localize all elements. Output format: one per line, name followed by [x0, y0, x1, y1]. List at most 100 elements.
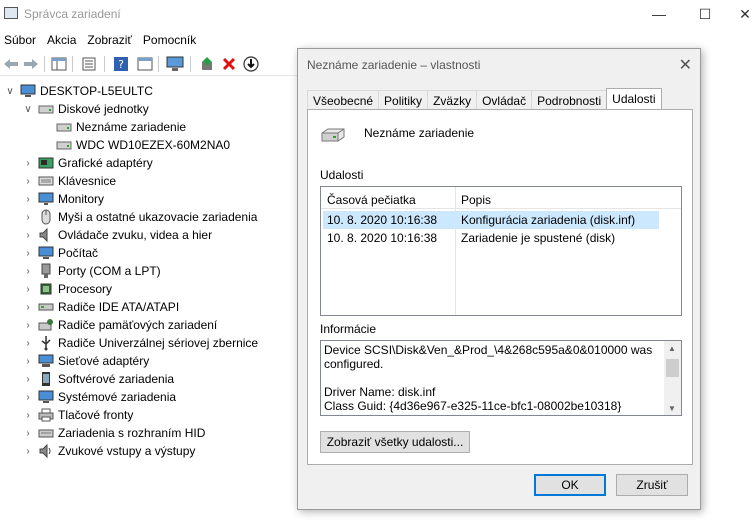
- expand-chevron-icon[interactable]: ›: [22, 230, 34, 241]
- close-button[interactable]: ✕: [722, 0, 756, 28]
- tree-item[interactable]: › Klávesnice: [22, 172, 116, 190]
- tree-item-label: Neznáme zariadenie: [76, 120, 187, 134]
- device-name: Neznáme zariadenie: [364, 126, 475, 140]
- scan-hardware-button[interactable]: [166, 56, 184, 72]
- tree-item-label: Radiče pamäťových zariadení: [58, 318, 218, 332]
- show-hide-console-tree-button[interactable]: [50, 56, 68, 72]
- disk-icon: [56, 138, 72, 152]
- update-driver-icon: [202, 57, 212, 70]
- tree-item[interactable]: Neznáme zariadenie: [40, 118, 186, 136]
- tree-item-label: Procesory: [58, 282, 113, 296]
- uninstall-device-button[interactable]: [220, 56, 238, 72]
- forward-button[interactable]: [22, 56, 40, 72]
- help-button[interactable]: ?: [112, 56, 130, 72]
- events-label: Udalosti: [320, 168, 364, 182]
- tree-item[interactable]: › Ovládače zvuku, videa a hier: [22, 226, 212, 244]
- tree-item[interactable]: › Zvukové vstupy a výstupy: [22, 442, 195, 460]
- monitor-scan-icon: [166, 56, 184, 71]
- tree-item[interactable]: › Softvérové zariadenia: [22, 370, 174, 388]
- menu-help[interactable]: Pomocník: [139, 30, 203, 50]
- tree-item[interactable]: › Radiče IDE ATA/ATAPI: [22, 298, 179, 316]
- column-description[interactable]: Popis: [461, 193, 491, 207]
- expand-chevron-icon[interactable]: ›: [22, 392, 34, 403]
- expand-chevron-icon[interactable]: ›: [22, 374, 34, 385]
- expand-chevron-icon[interactable]: ∨: [22, 104, 34, 115]
- tree-item[interactable]: WDC WD10EZEX-60M2NA0: [40, 136, 230, 154]
- tree-item-label: Systémové zariadenia: [58, 390, 177, 404]
- properties-button[interactable]: [80, 56, 98, 72]
- dialog-close-button[interactable]: ✕: [679, 55, 692, 75]
- tree-item[interactable]: › Systémové zariadenia: [22, 388, 176, 406]
- expand-chevron-icon[interactable]: ›: [22, 356, 34, 367]
- column-timestamp[interactable]: Časová pečiatka: [327, 193, 416, 207]
- tree-item-label: Softvérové zariadenia: [58, 372, 175, 386]
- tree-item[interactable]: › Počítač: [22, 244, 98, 262]
- tab-general[interactable]: Všeobecné: [307, 90, 380, 110]
- disable-device-button[interactable]: [242, 56, 260, 72]
- toolbar: ?: [0, 52, 300, 76]
- tree-item[interactable]: › Zariadenia s rozhraním HID: [22, 424, 205, 442]
- scroll-down-icon[interactable]: ▼: [668, 404, 676, 413]
- tree-item[interactable]: › Grafické adaptéry: [22, 154, 153, 172]
- tab-details[interactable]: Podrobnosti: [531, 90, 608, 110]
- menu-file[interactable]: Súbor: [0, 30, 43, 50]
- tree-item[interactable]: › Radiče pamäťových zariadení: [22, 316, 217, 334]
- event-row[interactable]: 10. 8. 2020 10:16:38 Zariadenie je spust…: [323, 229, 659, 247]
- tree-item-label: Porty (COM a LPT): [58, 264, 161, 278]
- tab-volumes[interactable]: Zväzky: [427, 90, 478, 110]
- expand-chevron-icon[interactable]: ›: [22, 446, 34, 457]
- title-bar: Správca zariadení — ☐ ✕: [0, 0, 756, 28]
- event-time: 10. 8. 2020 10:16:38: [327, 213, 438, 227]
- tree-item[interactable]: ∨ Diskové jednotky: [22, 100, 148, 118]
- tree-item[interactable]: ∨ DESKTOP-L5EULTC: [4, 82, 153, 100]
- info-textbox[interactable]: Device SCSI\Disk&Ven_&Prod_\4&268c595a&0…: [320, 340, 682, 416]
- expand-chevron-icon[interactable]: ›: [22, 176, 34, 187]
- show-all-events-button[interactable]: Zobraziť všetky udalosti...: [320, 431, 470, 453]
- usb-icon: [38, 336, 54, 351]
- tree-item-label: Zariadenia s rozhraním HID: [58, 426, 206, 440]
- expand-chevron-icon[interactable]: ∨: [4, 86, 16, 97]
- expand-chevron-icon[interactable]: ›: [22, 320, 34, 331]
- view-button[interactable]: [136, 56, 154, 72]
- scroll-thumb[interactable]: [666, 359, 679, 377]
- tab-policies[interactable]: Politiky: [378, 90, 429, 110]
- menu-action[interactable]: Akcia: [43, 30, 83, 50]
- update-driver-button[interactable]: [198, 56, 216, 72]
- cancel-button[interactable]: Zrušiť: [616, 474, 688, 496]
- tree-item[interactable]: › Sieťové adaptéry: [22, 352, 149, 370]
- software-device-icon: [38, 372, 54, 386]
- tree-item[interactable]: › Tlačové fronty: [22, 406, 133, 424]
- tree-item[interactable]: › Monitory: [22, 190, 104, 208]
- expand-chevron-icon[interactable]: ›: [22, 302, 34, 313]
- expand-chevron-icon[interactable]: ›: [22, 284, 34, 295]
- expand-chevron-icon[interactable]: ›: [22, 158, 34, 169]
- tree-item[interactable]: › Radiče Univerzálnej sériovej zbernice: [22, 334, 258, 352]
- tree-item-label: Radiče IDE ATA/ATAPI: [58, 300, 180, 314]
- tree-item-label: WDC WD10EZEX-60M2NA0: [76, 138, 231, 152]
- expand-chevron-icon[interactable]: ›: [22, 194, 34, 205]
- back-button[interactable]: [2, 56, 20, 72]
- storage-controller-icon: [38, 318, 54, 332]
- expand-chevron-icon[interactable]: ›: [22, 248, 34, 259]
- tab-events[interactable]: Udalosti: [606, 88, 662, 110]
- ok-button[interactable]: OK: [534, 474, 606, 496]
- expand-chevron-icon[interactable]: ›: [22, 428, 34, 439]
- menu-view[interactable]: Zobraziť: [83, 30, 139, 50]
- info-scrollbar[interactable]: ▲ ▼: [664, 341, 681, 415]
- minimize-button[interactable]: —: [636, 0, 682, 28]
- tree-item-label: Grafické adaptéry: [58, 156, 153, 170]
- events-list[interactable]: Časová pečiatka Popis 10. 8. 2020 10:16:…: [320, 186, 682, 316]
- expand-chevron-icon[interactable]: ›: [22, 338, 34, 349]
- event-row[interactable]: 10. 8. 2020 10:16:38 Konfigurácia zariad…: [323, 211, 659, 229]
- scroll-up-icon[interactable]: ▲: [668, 344, 676, 353]
- tree-item-label: Myši a ostatné ukazovacie zariadenia: [58, 210, 258, 224]
- tree-item[interactable]: › Procesory: [22, 280, 112, 298]
- expand-chevron-icon[interactable]: ›: [22, 266, 34, 277]
- expand-chevron-icon[interactable]: ›: [22, 212, 34, 223]
- console-tree-icon: [51, 57, 67, 71]
- tree-item[interactable]: › Porty (COM a LPT): [22, 262, 161, 280]
- keyboard-icon: [38, 174, 54, 188]
- tree-item[interactable]: › Myši a ostatné ukazovacie zariadenia: [22, 208, 257, 226]
- expand-chevron-icon[interactable]: ›: [22, 410, 34, 421]
- tab-driver[interactable]: Ovládač: [476, 90, 533, 110]
